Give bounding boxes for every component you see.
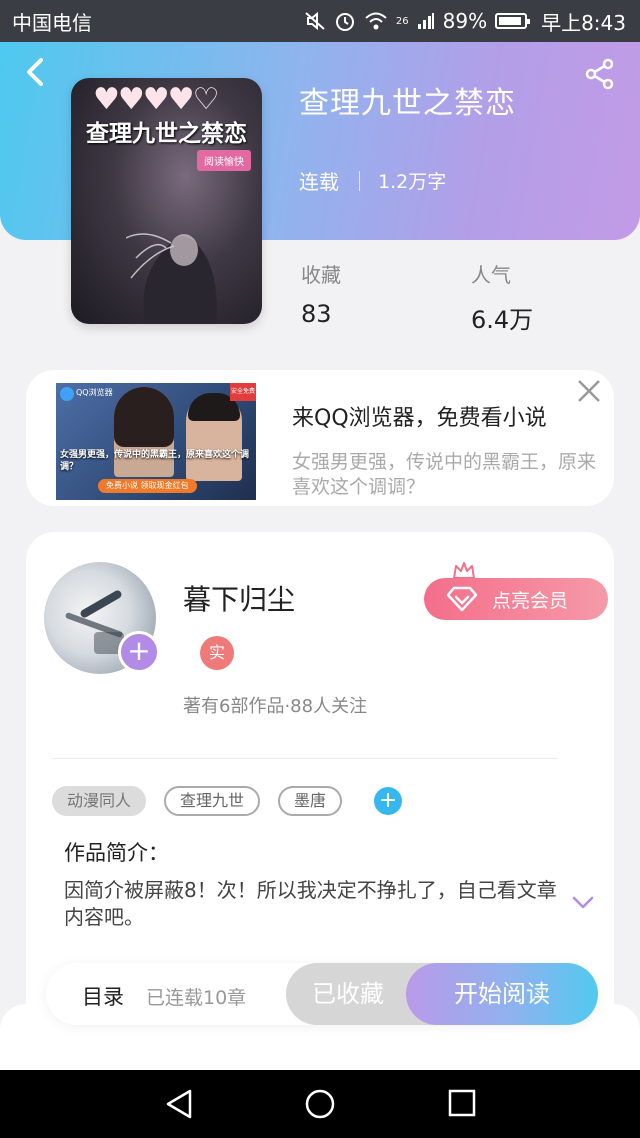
ad-image-caption: 女强男更强，传说中的黑霸王，原来喜欢这个调调？ — [60, 450, 250, 472]
share-icon[interactable] — [584, 58, 616, 90]
add-tag-plus-icon[interactable]: + — [374, 787, 403, 815]
cover-tag: 阅读愉快 — [197, 150, 251, 171]
favorites-label: 收藏 — [301, 263, 341, 287]
serial-status: 连载 — [299, 170, 339, 194]
book-title: 查理九世之禁恋 — [299, 86, 516, 121]
ad-image-logo: QQ浏览器 — [76, 388, 113, 397]
favorites-value: 83 — [301, 300, 332, 328]
clock: 早上8:43 — [541, 10, 626, 35]
ad-image-cta: 免费小说 领取现金红包 — [98, 479, 197, 493]
diamond-icon — [446, 586, 478, 612]
signal-icon — [417, 13, 434, 29]
book-cover[interactable]: ♥♥♥♥♡ 查理九世之禁恋 阅读愉快 — [71, 78, 262, 324]
ad-image[interactable]: QQ浏览器 安全免费 女强男更强，传说中的黑霸王，原来喜欢这个调调？ 免费小说 … — [56, 383, 256, 500]
alarm-icon — [335, 13, 354, 31]
battery-icon — [495, 13, 531, 29]
start-reading-button[interactable]: 开始阅读 — [406, 963, 598, 1025]
battery-percent: 89% — [442, 9, 488, 33]
nav-back-icon[interactable] — [164, 1088, 194, 1120]
meta-divider — [359, 170, 360, 191]
ad-corner-badge: 安全免费 — [230, 383, 256, 401]
toc-button[interactable]: 目录 — [82, 981, 124, 1011]
tag-item[interactable]: 查理九世 — [164, 786, 261, 816]
popularity-value: 6.4万 — [471, 306, 534, 334]
chapter-count[interactable]: 已连载10章 — [146, 983, 246, 1010]
action-bar: 目录 已连载10章 已收藏 开始阅读 — [46, 963, 598, 1025]
book-meta: 连载 1.2万字 — [299, 166, 446, 195]
vip-button-label: 点亮会员 — [492, 589, 569, 612]
close-icon[interactable] — [576, 378, 602, 404]
divider — [52, 758, 558, 759]
chevron-down-icon[interactable] — [572, 896, 594, 910]
word-count: 1.2万字 — [378, 171, 447, 193]
system-nav-bar — [0, 1070, 640, 1138]
qq-browser-logo-icon — [60, 387, 74, 401]
verified-badge: 实 — [200, 636, 234, 670]
nav-recent-icon[interactable] — [448, 1089, 476, 1117]
author-stats: 著有6部作品·88人关注 — [183, 696, 368, 717]
intro-text: 因简介被屏蔽8！次！所以我决定不挣扎了，自己看文章内容吧。 — [64, 878, 557, 929]
tag-item[interactable]: 墨唐 — [278, 786, 343, 816]
mute-icon — [305, 11, 325, 31]
ad-title[interactable]: 来QQ浏览器，免费看小说 — [292, 400, 547, 432]
intro-label: 作品简介： — [64, 841, 169, 865]
carrier-label: 中国电信 — [12, 10, 92, 35]
vip-button[interactable]: 点亮会员 — [424, 578, 608, 620]
author-name[interactable]: 暮下归尘 — [183, 578, 295, 618]
status-icons: 26 89% 早上8:43 — [304, 7, 626, 36]
nav-home-icon[interactable] — [304, 1088, 336, 1120]
cover-illustration — [126, 233, 217, 324]
cover-hearts: ♥♥♥♥♡ — [93, 82, 219, 117]
follow-plus-icon[interactable]: + — [118, 631, 160, 673]
crown-icon — [453, 562, 475, 579]
chevron-left-icon[interactable] — [20, 56, 52, 88]
status-bar: 中国电信 26 89% 早上8:43 — [0, 0, 640, 42]
ad-card[interactable]: QQ浏览器 安全免费 女强男更强，传说中的黑霸王，原来喜欢这个调调？ 免费小说 … — [26, 370, 614, 506]
popularity-stat: 人气 6.4万 — [471, 259, 533, 335]
tag-list: 动漫同人 查理九世 墨唐 + — [52, 786, 403, 816]
favorites-stat: 收藏 83 — [301, 259, 341, 328]
network-label: 26 — [395, 15, 409, 27]
tag-item[interactable]: 动漫同人 — [52, 786, 147, 816]
cover-title: 查理九世之禁恋 — [86, 120, 247, 147]
wifi-icon — [365, 12, 387, 30]
ad-description: 女强男更强，传说中的黑霸王，原来喜欢这个调调？ — [292, 451, 597, 498]
popularity-label: 人气 — [471, 263, 511, 287]
